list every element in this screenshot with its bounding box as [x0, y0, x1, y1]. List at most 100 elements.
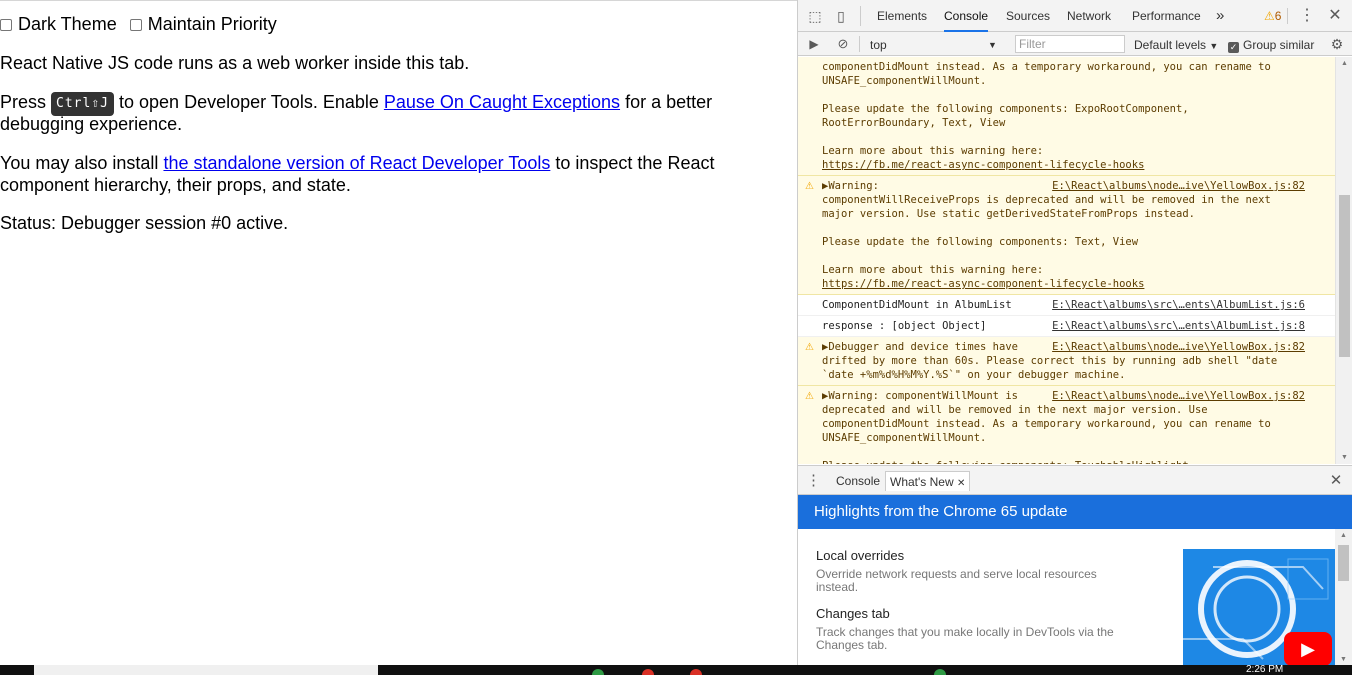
feature-title-local-overrides[interactable]: Local overrides — [816, 548, 904, 563]
kebab-menu-icon[interactable]: ⋮ — [1298, 4, 1316, 28]
message-source-link[interactable]: E:\React\albums\src\…ents\AlbumList.js:8 — [1052, 319, 1305, 333]
taskbar-clock[interactable]: 2:26 PM — [1246, 665, 1283, 675]
taskbar-app-icon[interactable] — [690, 669, 702, 675]
whats-new-scroll-up-icon[interactable]: ▲ — [1335, 532, 1352, 539]
maintain-priority-checkbox[interactable] — [129, 19, 142, 31]
open-devtools-text: to open Developer Tools. Enable — [119, 92, 379, 112]
group-similar-label: Group similar — [1243, 38, 1315, 52]
drawer-tab-console[interactable]: Console — [832, 471, 884, 491]
whats-new-content: Local overrides Override network request… — [798, 529, 1335, 665]
windows-taskbar: 2:26 PM — [0, 665, 1352, 675]
tab-console[interactable]: Console — [944, 0, 989, 32]
message-text-line: `date +%m%d%H%M%Y.%S`" on your debugger … — [822, 369, 1126, 381]
better-text: for a better — [625, 92, 713, 112]
close-whats-new-icon[interactable]: ✕ — [957, 478, 965, 489]
warning-triangle-icon: ⚠ — [805, 181, 814, 192]
console-warning-message[interactable]: ⚠ E:\React\albums\node…ive\YellowBox.js:8… — [798, 176, 1335, 295]
message-text-line: Learn more about this warning here: — [822, 264, 1044, 276]
youtube-play-icon[interactable]: ▶ — [1284, 632, 1332, 665]
maintain-priority-label[interactable]: Maintain Priority — [148, 14, 277, 34]
tab-performance[interactable]: Performance — [1132, 0, 1201, 32]
message-text-line: Please update the following components: … — [822, 236, 1139, 248]
message-source-link[interactable]: E:\React\albums\node…ive\YellowBox.js:82 — [1052, 340, 1305, 354]
group-similar-checkbox[interactable]: ✓ — [1228, 42, 1239, 53]
message-text-line: drifted by more than 60s. Please correct… — [822, 355, 1278, 367]
devtools-tabbar: ⬚ ▯ Elements Console Sources Network Per… — [798, 0, 1352, 32]
warning-docs-link[interactable]: https://fb.me/react-async-component-life… — [822, 277, 1327, 291]
message-text-line: Please update the following components: … — [822, 103, 1189, 115]
toolbar-divider-2 — [1287, 8, 1288, 24]
pause-on-caught-exceptions-link[interactable]: Pause On Caught Exceptions — [384, 92, 620, 112]
install-text: You may also install — [0, 153, 159, 173]
whats-new-scroll-thumb[interactable] — [1338, 545, 1349, 581]
context-dropdown-icon[interactable]: ▼ — [988, 36, 997, 54]
taskbar-app-icon[interactable] — [642, 669, 654, 675]
taskbar-app-icon[interactable] — [934, 669, 946, 675]
console-warning-message[interactable]: ⚠ E:\React\albums\node…ive\YellowBox.js:8… — [798, 337, 1335, 386]
console-scroll-thumb[interactable] — [1339, 195, 1350, 357]
dark-theme-checkbox[interactable] — [0, 19, 12, 31]
message-text-line: componentDidMount instead. As a temporar… — [822, 61, 1271, 73]
dark-theme-label[interactable]: Dark Theme — [18, 14, 117, 34]
inspect-element-icon[interactable]: ⬚ — [806, 4, 824, 28]
drawer-menu-icon[interactable]: ⋮ — [806, 469, 821, 493]
console-settings-gear-icon[interactable]: ⚙ — [1327, 32, 1347, 56]
message-source-link[interactable]: E:\React\albums\node…ive\YellowBox.js:82 — [1052, 179, 1305, 193]
log-levels-label: Default levels — [1134, 38, 1207, 52]
message-text-line: UNSAFE_componentWillMount. — [822, 75, 987, 87]
tab-network[interactable]: Network — [1067, 0, 1111, 32]
taskbar-app-icon[interactable] — [592, 669, 604, 675]
device-toolbar-icon[interactable]: ▯ — [832, 4, 850, 28]
scroll-down-arrow-icon[interactable]: ▼ — [1336, 454, 1352, 461]
tab-sources[interactable]: Sources — [1006, 0, 1050, 32]
console-warning-message[interactable]: ⚠ E:\React\albums\node…ive\YellowBox.js:8… — [798, 386, 1335, 464]
chrome-update-video-thumbnail[interactable]: ▶ — [1183, 549, 1335, 665]
console-messages[interactable]: componentDidMount instead. As a temporar… — [798, 57, 1335, 464]
warning-count: 6 — [1274, 9, 1282, 23]
tab-elements[interactable]: Elements — [877, 0, 927, 32]
toolbar-divider — [860, 6, 861, 26]
warning-triangle-icon: ⚠ — [1264, 9, 1275, 23]
message-text-line: UNSAFE_componentWillMount. — [822, 432, 987, 444]
info-line-3-cont: component hierarchy, their props, and st… — [0, 175, 351, 195]
message-source-link[interactable]: E:\React\albums\src\…ents\AlbumList.js:6 — [1052, 298, 1305, 312]
react-devtools-link[interactable]: the standalone version of React Develope… — [163, 153, 550, 173]
warning-counter[interactable]: ⚠6 — [1264, 0, 1281, 32]
feature-desc-local-overrides: Override network requests and serve loca… — [816, 567, 1097, 594]
close-drawer-icon[interactable]: ✕ — [1327, 469, 1345, 493]
console-log-message[interactable]: E:\React\albums\src\…ents\AlbumList.js:8… — [798, 316, 1335, 337]
scroll-up-arrow-icon[interactable]: ▲ — [1336, 60, 1352, 67]
whats-new-scrollbar[interactable]: ▲ ▼ — [1335, 529, 1352, 665]
message-text-line: Please update the following components: … — [822, 459, 1327, 464]
warning-docs-link[interactable]: https://fb.me/react-async-component-life… — [822, 158, 1327, 172]
whats-new-scroll-down-icon[interactable]: ▼ — [1335, 656, 1352, 663]
whats-new-label: What's New — [890, 475, 954, 489]
taskbar-search-box[interactable] — [34, 665, 378, 675]
message-text-line: major version. Use static getDerivedStat… — [822, 208, 1195, 220]
clear-console-icon[interactable]: ⊘ — [834, 32, 852, 56]
context-selector[interactable]: top — [870, 36, 887, 54]
warning-triangle-icon: ⚠ — [805, 342, 814, 353]
message-text-line: deprecated and will be removed in the ne… — [822, 404, 1208, 416]
console-filter-input[interactable] — [1015, 35, 1125, 53]
feature-title-changes-tab[interactable]: Changes tab — [816, 606, 890, 621]
console-scrollbar[interactable]: ▲ ▼ — [1335, 57, 1352, 464]
devtools-panel: ⬚ ▯ Elements Console Sources Network Per… — [797, 0, 1352, 665]
more-tabs-icon[interactable]: » — [1216, 0, 1224, 32]
whats-new-banner: Highlights from the Chrome 65 update — [798, 495, 1352, 529]
message-text-line: Learn more about this warning here: — [822, 145, 1044, 157]
close-devtools-icon[interactable]: ✕ — [1326, 4, 1344, 28]
sidebar-toggle-icon[interactable]: ▶ — [805, 32, 823, 56]
log-levels-dropdown[interactable]: Default levels ▼ — [1134, 36, 1218, 54]
console-warning-message[interactable]: componentDidMount instead. As a temporar… — [798, 57, 1335, 176]
info-line-1: React Native JS code runs as a web worke… — [0, 53, 470, 73]
options-row: Dark Theme Maintain Priority — [0, 13, 277, 35]
message-source-link[interactable]: E:\React\albums\node…ive\YellowBox.js:82 — [1052, 389, 1305, 403]
console-log-message[interactable]: E:\React\albums\src\…ents\AlbumList.js:6… — [798, 295, 1335, 316]
info-line-2-cont: debugging experience. — [0, 114, 183, 134]
group-similar-toggle[interactable]: ✓ Group similar — [1228, 36, 1314, 54]
drawer-tab-whats-new[interactable]: What's New ✕ — [885, 471, 971, 491]
